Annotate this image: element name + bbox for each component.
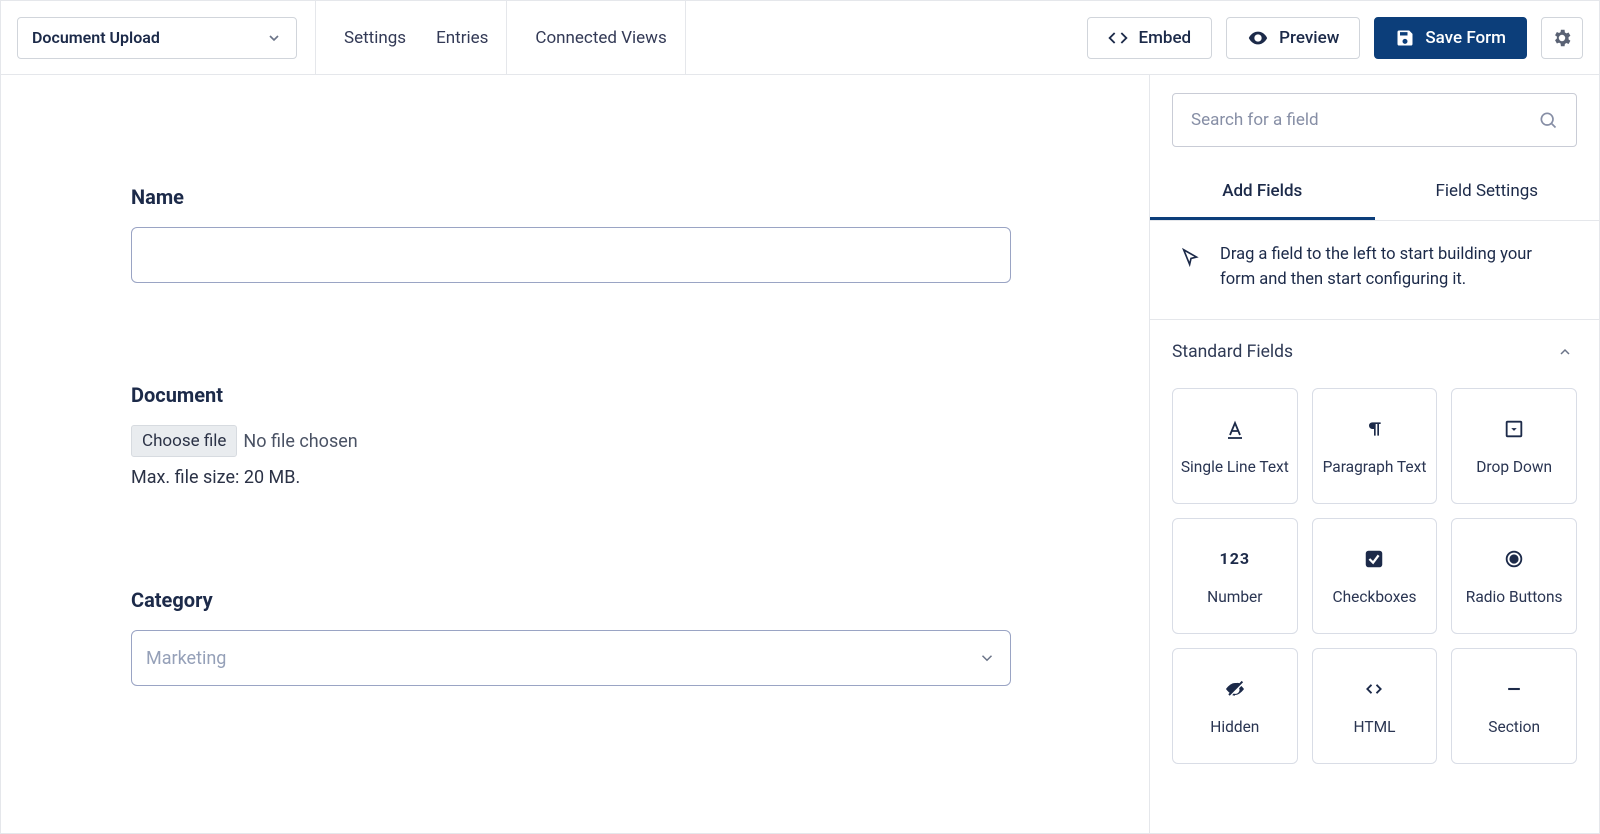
nav-links: Settings Entries bbox=[334, 28, 488, 48]
embed-label: Embed bbox=[1138, 28, 1191, 48]
standard-fields-header[interactable]: Standard Fields bbox=[1150, 320, 1599, 378]
section-icon bbox=[1503, 676, 1525, 702]
cursor-icon bbox=[1180, 247, 1202, 293]
section-title: Standard Fields bbox=[1172, 342, 1293, 362]
field-type-number[interactable]: 123 Number bbox=[1172, 518, 1298, 634]
form-switcher-label: Document Upload bbox=[32, 28, 160, 47]
field-type-single-line-text[interactable]: Single Line Text bbox=[1172, 388, 1298, 504]
field-type-drop-down[interactable]: Drop Down bbox=[1451, 388, 1577, 504]
drag-hint-text: Drag a field to the left to start buildi… bbox=[1220, 243, 1569, 293]
field-type-paragraph-text[interactable]: Paragraph Text bbox=[1312, 388, 1438, 504]
header-toolbar: Document Upload Settings Entries Connect… bbox=[1, 1, 1599, 75]
text-a-icon bbox=[1223, 416, 1247, 442]
radio-icon bbox=[1503, 546, 1525, 572]
field-type-label: Radio Buttons bbox=[1466, 588, 1563, 606]
number-icon: 123 bbox=[1220, 546, 1251, 572]
nav-connected-views[interactable]: Connected Views bbox=[535, 28, 666, 48]
field-type-label: Checkboxes bbox=[1333, 588, 1417, 606]
divider bbox=[315, 1, 316, 75]
category-select[interactable]: Marketing bbox=[131, 630, 1011, 686]
html-icon bbox=[1362, 676, 1386, 702]
eye-icon bbox=[1247, 27, 1269, 49]
field-type-html[interactable]: HTML bbox=[1312, 648, 1438, 764]
nav-settings[interactable]: Settings bbox=[344, 28, 406, 48]
save-icon bbox=[1395, 28, 1415, 48]
save-button[interactable]: Save Form bbox=[1374, 17, 1527, 59]
tab-field-settings[interactable]: Field Settings bbox=[1375, 165, 1600, 220]
field-type-label: Paragraph Text bbox=[1323, 458, 1427, 476]
field-category[interactable]: Category Marketing bbox=[131, 588, 1025, 686]
hidden-eye-icon bbox=[1223, 676, 1247, 702]
category-placeholder: Marketing bbox=[146, 648, 226, 669]
search-placeholder: Search for a field bbox=[1191, 110, 1319, 130]
divider bbox=[506, 1, 507, 75]
search-icon bbox=[1538, 110, 1558, 130]
field-type-label: Hidden bbox=[1210, 718, 1259, 736]
checkbox-icon bbox=[1363, 546, 1385, 572]
tab-add-fields[interactable]: Add Fields bbox=[1150, 165, 1375, 220]
field-document[interactable]: Document Choose file No file chosen Max.… bbox=[131, 383, 1025, 488]
field-search[interactable]: Search for a field bbox=[1172, 93, 1577, 147]
field-type-label: Section bbox=[1488, 718, 1540, 736]
field-type-checkboxes[interactable]: Checkboxes bbox=[1312, 518, 1438, 634]
field-type-label: Drop Down bbox=[1476, 458, 1552, 476]
dropdown-icon bbox=[1503, 416, 1525, 442]
field-label-name: Name bbox=[131, 185, 1025, 209]
paragraph-icon bbox=[1364, 416, 1384, 442]
chevron-up-icon bbox=[1557, 344, 1573, 360]
embed-button[interactable]: Embed bbox=[1087, 17, 1212, 59]
name-input[interactable] bbox=[131, 227, 1011, 283]
field-label-category: Category bbox=[131, 588, 1025, 612]
file-size-hint: Max. file size: 20 MB. bbox=[131, 467, 1025, 488]
field-sidebar: Search for a field Add Fields Field Sett… bbox=[1149, 75, 1599, 833]
form-switcher[interactable]: Document Upload bbox=[17, 17, 297, 59]
field-type-hidden[interactable]: Hidden bbox=[1172, 648, 1298, 764]
gear-icon bbox=[1551, 27, 1573, 49]
field-type-grid: Single Line Text Paragraph Text Drop Dow… bbox=[1150, 378, 1599, 774]
field-label-document: Document bbox=[131, 383, 1025, 407]
preview-label: Preview bbox=[1279, 28, 1339, 48]
form-canvas[interactable]: Name Document Choose file No file chosen… bbox=[1, 75, 1149, 833]
settings-gear-button[interactable] bbox=[1541, 17, 1583, 59]
file-status-text: No file chosen bbox=[243, 431, 357, 452]
save-label: Save Form bbox=[1425, 28, 1506, 48]
preview-button[interactable]: Preview bbox=[1226, 17, 1360, 59]
field-type-radio-buttons[interactable]: Radio Buttons bbox=[1451, 518, 1577, 634]
nav-links-2: Connected Views bbox=[525, 28, 666, 48]
sidebar-tabs: Add Fields Field Settings bbox=[1150, 165, 1599, 221]
field-type-section[interactable]: Section bbox=[1451, 648, 1577, 764]
chevron-down-icon bbox=[266, 30, 282, 46]
nav-entries[interactable]: Entries bbox=[436, 28, 488, 48]
field-type-label: Number bbox=[1207, 588, 1262, 606]
field-type-label: Single Line Text bbox=[1181, 458, 1289, 476]
field-type-label: HTML bbox=[1354, 718, 1396, 736]
drag-hint: Drag a field to the left to start buildi… bbox=[1150, 221, 1599, 320]
chevron-down-icon bbox=[978, 649, 996, 667]
field-name[interactable]: Name bbox=[131, 185, 1025, 283]
code-icon bbox=[1108, 28, 1128, 48]
choose-file-button[interactable]: Choose file bbox=[131, 425, 237, 457]
divider bbox=[685, 1, 686, 75]
